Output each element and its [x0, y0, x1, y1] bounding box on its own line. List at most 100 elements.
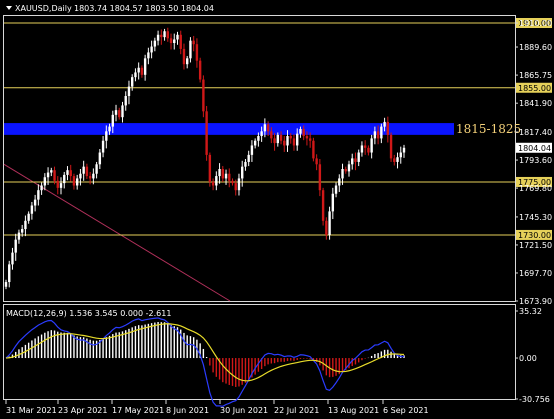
candle-body	[20, 229, 24, 233]
candle-body	[14, 239, 17, 253]
candle-body	[234, 183, 237, 191]
candle-body	[63, 174, 66, 184]
candle-body	[85, 166, 89, 177]
candle-body	[176, 34, 179, 40]
candle-body	[402, 147, 406, 153]
candle-body	[373, 131, 377, 139]
price-tick-label: 1721.50	[519, 241, 552, 250]
candle-body	[82, 166, 85, 174]
time-tick-label: 23 Apr 2021	[58, 406, 107, 415]
price-tick-label: 1817.40	[519, 128, 552, 137]
level-price-label: 1730.00	[518, 231, 551, 240]
candle-body	[50, 170, 53, 173]
price-chart: 1815-1825 1910.001855.001775.001730.0018…	[0, 0, 554, 419]
candle-body	[367, 147, 370, 153]
candle-body	[370, 138, 373, 153]
candle-body	[114, 110, 118, 115]
candle-body	[328, 211, 331, 235]
candle-body	[308, 138, 312, 141]
candle-body	[108, 126, 111, 132]
candle-body	[17, 232, 21, 240]
candle-body	[325, 220, 328, 235]
candle-body	[98, 152, 102, 165]
candle-body	[46, 172, 50, 178]
candle-body	[215, 176, 218, 186]
candle-body	[130, 77, 134, 87]
time-tick-label: 31 Mar 2021	[6, 406, 57, 415]
candle-body	[360, 145, 364, 153]
price-tick-label: 1769.80	[519, 184, 552, 193]
candle-body	[59, 183, 63, 188]
candle-body	[257, 136, 260, 141]
candle-body	[263, 124, 267, 132]
candle-body	[79, 173, 82, 179]
candle-body	[386, 121, 390, 135]
candle-body	[273, 138, 276, 144]
candle-body	[40, 185, 43, 191]
candle-body	[124, 96, 127, 106]
candle-body	[305, 136, 309, 139]
candle-body	[166, 31, 169, 39]
candle-body	[389, 134, 393, 159]
candle-body	[160, 34, 163, 38]
candle-body	[182, 48, 186, 65]
candle-body	[250, 145, 254, 155]
time-tick-label: 6 Sep 2021	[383, 406, 429, 415]
candle-body	[163, 31, 166, 38]
candle-body	[354, 158, 357, 162]
candle-body	[247, 154, 250, 162]
candle-body	[211, 181, 215, 186]
candle-body	[347, 164, 351, 172]
candle-body	[140, 67, 144, 75]
candle-body	[192, 40, 195, 45]
candle-body	[276, 134, 280, 144]
candle-body	[260, 131, 263, 137]
candle-body	[33, 199, 37, 206]
candle-body	[11, 252, 14, 265]
candle-body	[143, 58, 147, 75]
candle-body	[134, 72, 137, 78]
symbol-timeframe-label[interactable]: XAUUSD,Daily	[15, 4, 72, 13]
candle-body	[150, 46, 153, 53]
candle-body	[92, 173, 95, 179]
candle-body	[363, 145, 367, 148]
candle-body	[111, 114, 114, 127]
candle-body	[169, 38, 173, 44]
candle-body	[8, 264, 11, 283]
candle-body	[218, 169, 221, 177]
candle-body	[137, 67, 140, 73]
macd-tick-label: 0.00	[519, 354, 537, 363]
candle-body	[393, 158, 396, 162]
ohlc-readout: 1803.74 1804.57 1803.50 1804.04	[74, 4, 214, 13]
time-tick-label: 13 Aug 2021	[328, 406, 379, 415]
candle-body	[338, 178, 341, 186]
candle-body	[127, 86, 131, 97]
candle-body	[312, 140, 315, 159]
candle-body	[43, 177, 47, 186]
candle-body	[283, 140, 286, 146]
candle-body	[341, 169, 344, 179]
candle-body	[205, 111, 208, 155]
candle-body	[105, 131, 108, 141]
candle-body	[202, 79, 205, 112]
price-tick-label: 1865.75	[519, 71, 552, 80]
candle-body	[270, 131, 273, 139]
time-tick-label: 8 Jun 2021	[166, 406, 209, 415]
candle-body	[189, 40, 192, 59]
price-tick-label: 1793.60	[519, 156, 552, 165]
macd-title: MACD(12,26,9) 1.536 3.545 0.000 -2.611	[6, 309, 171, 318]
candle-body	[69, 170, 72, 177]
candle-body	[208, 154, 212, 182]
candle-body	[156, 34, 160, 41]
candle-body	[296, 133, 299, 146]
candle-body	[231, 180, 234, 184]
candle-body	[286, 136, 289, 146]
candle-body	[179, 34, 182, 49]
price-tick-label: 1910.00	[519, 19, 552, 28]
candle-body	[95, 164, 98, 174]
macd-tick-label: -30.756	[519, 395, 550, 404]
candle-body	[318, 164, 322, 191]
candle-body	[37, 190, 40, 200]
candle-body	[289, 136, 292, 139]
candle-body	[321, 190, 325, 221]
